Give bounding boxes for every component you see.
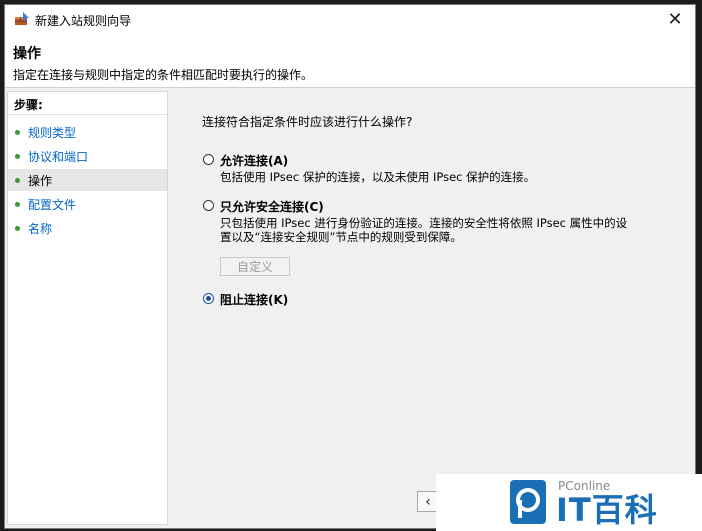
sidebar-item-rule-type[interactable]: 规则类型 — [8, 121, 167, 143]
wizard-window: 新建入站规则向导 ✕ 操作 指定在连接与规则中指定的条件相匹配时要执行的操作。 … — [4, 4, 696, 529]
secure-connection-description-line2: 置以及“连接安全规则”节点中的规则受到保障。 — [220, 230, 462, 244]
sidebar-item-protocol-ports[interactable]: 协议和端口 — [8, 145, 167, 167]
page-header: 操作 指定在连接与规则中指定的条件相匹配时要执行的操作。 — [5, 33, 695, 88]
sidebar-item-name[interactable]: 名称 — [8, 217, 167, 239]
secure-connection-description-line1: 只包括使用 IPsec 进行身份验证的连接。连接的安全性将依照 IPsec 属性… — [220, 216, 628, 230]
customize-button[interactable]: 自定义 — [220, 257, 290, 276]
step-bullet-icon — [15, 153, 20, 159]
watermark: PConline IT百科 — [436, 474, 702, 531]
action-panel: 连接符合指定条件时应该进行什么操作? 允许连接(A) 包括使用 IPsec 保护… — [170, 91, 695, 528]
page-description: 指定在连接与规则中指定的条件相匹配时要执行的操作。 — [13, 68, 314, 82]
firewall-wizard-icon — [15, 12, 29, 25]
sidebar-item-label: 名称 — [28, 221, 53, 236]
sidebar-item-label: 规则类型 — [28, 125, 77, 140]
page-title: 操作 — [13, 46, 41, 62]
secure-connection-label[interactable]: 只允许安全连接(C) — [220, 198, 324, 215]
sidebar-item-label: 操作 — [28, 173, 53, 188]
chevron-left-icon: ‹ — [425, 493, 431, 510]
allow-connection-radio[interactable] — [203, 154, 214, 165]
watermark-brand-text: IT百科 — [556, 491, 658, 529]
block-connection-radio[interactable] — [203, 293, 214, 304]
sidebar-item-label: 配置文件 — [28, 197, 77, 212]
secure-connection-radio[interactable] — [203, 200, 214, 211]
steps-sidebar: 步骤: 规则类型 协议和端口 操作 配置文件 名称 — [7, 91, 168, 525]
sidebar-item-action[interactable]: 操作 — [8, 169, 167, 191]
allow-connection-label[interactable]: 允许连接(A) — [220, 152, 288, 169]
block-connection-label[interactable]: 阻止连接(K) — [220, 291, 288, 308]
sidebar-item-label: 协议和端口 — [28, 149, 89, 164]
action-question: 连接符合指定条件时应该进行什么操作? — [202, 115, 413, 129]
close-icon: ✕ — [667, 8, 683, 30]
steps-divider — [8, 114, 167, 115]
pconline-logo-icon — [510, 480, 546, 524]
allow-connection-description: 包括使用 IPsec 保护的连接，以及未使用 IPsec 保护的连接。 — [220, 170, 536, 184]
sidebar-item-profile[interactable]: 配置文件 — [8, 193, 167, 215]
title-bar: 新建入站规则向导 ✕ — [5, 5, 695, 33]
window-title: 新建入站规则向导 — [35, 14, 132, 28]
step-bullet-icon — [15, 177, 20, 183]
step-bullet-icon — [15, 201, 20, 207]
steps-heading: 步骤: — [14, 98, 43, 112]
step-bullet-icon — [15, 225, 20, 231]
close-button[interactable]: ✕ — [655, 5, 695, 33]
step-bullet-icon — [15, 129, 20, 135]
